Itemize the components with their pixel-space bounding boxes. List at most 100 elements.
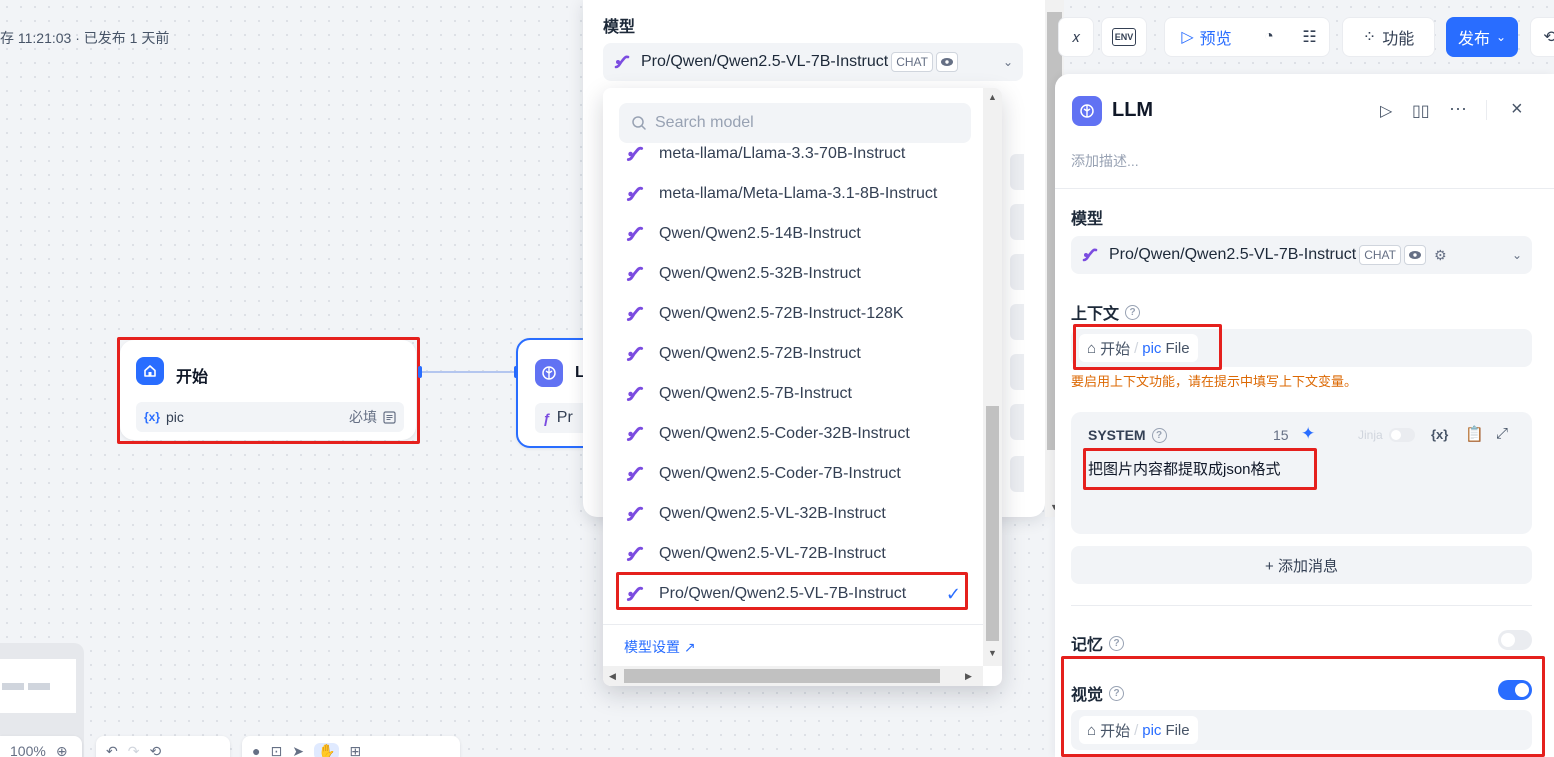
- preview-button[interactable]: ▷ 预览: [1164, 17, 1248, 57]
- features-button[interactable]: ⁘ 功能: [1342, 17, 1435, 57]
- variable-icon: {x}: [144, 410, 161, 424]
- history-icon[interactable]: ⟲: [149, 743, 161, 757]
- publish-button[interactable]: 发布 ⌄: [1446, 17, 1518, 57]
- vision-toggle-knob: [1515, 683, 1529, 697]
- model-logo-icon: [625, 264, 647, 284]
- checklist-button[interactable]: ☷: [1290, 17, 1330, 57]
- model-option[interactable]: Qwen/Qwen2.5-72B-Instruct-128K: [617, 296, 971, 332]
- model-logo-icon: ƒ: [543, 410, 551, 426]
- chevron-down-icon: ⌄: [1511, 248, 1522, 262]
- model-option[interactable]: meta-llama/Llama-3.3-70B-Instruct: [617, 136, 971, 172]
- panel-ghost-row: [1010, 254, 1024, 290]
- model-option[interactable]: Qwen/Qwen2.5-32B-Instruct: [617, 256, 971, 292]
- start-node[interactable]: 开始 {x} pic 必填: [120, 340, 416, 440]
- search-model-input[interactable]: [655, 114, 955, 132]
- connection-edge: [422, 371, 518, 373]
- ref-node-name: 开始: [1100, 340, 1131, 358]
- model-option[interactable]: Qwen/Qwen2.5-14B-Instruct: [617, 216, 971, 252]
- layout-icon[interactable]: ⊞: [349, 743, 361, 757]
- scroll-left-arrow[interactable]: ◀: [609, 671, 616, 682]
- history-icon: ⟲: [1543, 29, 1554, 46]
- dropdown-scrollbar[interactable]: ▲ ▼: [983, 88, 1002, 666]
- history-controls: ↶ ↷ ⟲: [96, 736, 230, 757]
- dropdown-footer: 模型设置 ↗: [603, 624, 983, 664]
- model-option[interactable]: Pro/Qwen/Qwen2.5-VL-7B-Instruct ✓: [617, 576, 971, 612]
- context-variable-chip[interactable]: ⌂ 开始 / pic File: [1079, 334, 1198, 362]
- add-note-icon[interactable]: ⊡: [270, 743, 282, 757]
- system-prompt-text[interactable]: 把图片内容都提取成json格式: [1088, 458, 1281, 479]
- save-status: 存 11:21:03 · 已发布 1 天前: [0, 30, 170, 46]
- jinja-toggle[interactable]: [1389, 428, 1415, 442]
- zoom-controls: 100% ⊕: [0, 736, 82, 757]
- context-section-label: 上下文 ?: [1071, 300, 1141, 324]
- add-message-button[interactable]: + 添加消息: [1071, 546, 1532, 584]
- model-selector[interactable]: Pro/Qwen/Qwen2.5-VL-7B-Instruct CHAT ⌄: [603, 43, 1023, 81]
- sparkle-icon[interactable]: ✦: [1301, 424, 1315, 444]
- model-settings-link[interactable]: 模型设置 ↗: [624, 637, 696, 657]
- chevron-down-icon: ⌄: [1495, 30, 1507, 44]
- add-node-icon[interactable]: ●: [252, 743, 260, 757]
- model-logo-icon: [1081, 246, 1099, 264]
- dropdown-h-scrollbar-thumb[interactable]: [624, 669, 940, 683]
- help-icon[interactable]: ?: [1109, 685, 1125, 701]
- insert-variable-icon[interactable]: {x}: [1431, 427, 1448, 442]
- close-icon[interactable]: ×: [1511, 98, 1523, 121]
- help-icon[interactable]: ?: [1125, 304, 1141, 320]
- model-logo-icon: [625, 544, 647, 564]
- model-logo-icon: [625, 304, 647, 324]
- hand-icon[interactable]: ✋: [313, 742, 340, 757]
- model-logo-icon: [625, 184, 647, 204]
- model-option-label: Qwen/Qwen2.5-Coder-7B-Instruct: [659, 465, 901, 482]
- model-option[interactable]: Qwen/Qwen2.5-VL-72B-Instruct: [617, 536, 971, 572]
- required-label: 必填: [349, 409, 377, 425]
- start-variable-row[interactable]: {x} pic 必填: [136, 402, 404, 432]
- model-option[interactable]: Qwen/Qwen2.5-7B-Instruct: [617, 376, 971, 412]
- scroll-up-arrow[interactable]: ▲: [988, 92, 997, 102]
- text-input-icon: [383, 410, 396, 424]
- run-history-button[interactable]: ◔: [1248, 17, 1290, 57]
- panel-model-selector[interactable]: Pro/Qwen/Qwen2.5-VL-7B-Instruct CHAT ⚙ ⌄: [1071, 236, 1532, 274]
- scroll-right-arrow[interactable]: ▶: [965, 671, 972, 682]
- model-option-label: meta-llama/Meta-Llama-3.1-8B-Instruct: [659, 185, 938, 202]
- description-input[interactable]: 添加描述...: [1071, 151, 1139, 171]
- dropdown-h-scrollbar[interactable]: ◀ ▶: [603, 666, 983, 686]
- help-icon[interactable]: ?: [1109, 635, 1125, 651]
- version-history-button[interactable]: ⟲: [1530, 17, 1554, 57]
- run-node-icon[interactable]: ▷: [1380, 101, 1392, 121]
- undo-icon[interactable]: ↶: [106, 743, 118, 757]
- model-option-label: Pro/Qwen/Qwen2.5-VL-7B-Instruct: [659, 585, 907, 602]
- model-params-icon[interactable]: ⚙: [1434, 247, 1447, 264]
- model-option-label: Qwen/Qwen2.5-VL-72B-Instruct: [659, 545, 886, 562]
- run-history-icon: ◔: [1264, 28, 1274, 45]
- env-button[interactable]: ENV: [1101, 17, 1147, 57]
- memory-toggle[interactable]: [1498, 630, 1532, 650]
- panel-ghost-row: [1010, 456, 1024, 492]
- expand-icon[interactable]: ⤢: [1496, 425, 1508, 442]
- model-option[interactable]: Qwen/Qwen2.5-72B-Instruct: [617, 336, 971, 372]
- redo-icon[interactable]: ↷: [128, 743, 140, 757]
- zoom-level[interactable]: 100%: [10, 743, 46, 757]
- pointer-icon[interactable]: ➤: [292, 743, 304, 757]
- context-variable-field[interactable]: ⌂ 开始 / pic File: [1071, 329, 1532, 367]
- panel-ghost-row: [1010, 154, 1024, 190]
- scroll-down-arrow[interactable]: ▼: [988, 648, 997, 658]
- zoom-in-icon[interactable]: ⊕: [56, 743, 68, 757]
- model-label: 模型: [1071, 211, 1104, 228]
- vision-variable-field[interactable]: ⌂ 开始 / pic File: [1071, 710, 1532, 750]
- clipboard-icon[interactable]: 📋: [1465, 425, 1484, 443]
- panel-title[interactable]: LLM: [1112, 99, 1153, 122]
- help-icon[interactable]: ?: [1151, 427, 1167, 443]
- model-label: 模型: [603, 19, 636, 36]
- variable-inspect-button[interactable]: 𝑥: [1058, 17, 1094, 57]
- vision-variable-chip[interactable]: ⌂ 开始 / pic File: [1079, 716, 1198, 744]
- panel-ghost-row: [1010, 354, 1024, 390]
- model-option[interactable]: Qwen/Qwen2.5-VL-32B-Instruct: [617, 496, 971, 532]
- more-icon[interactable]: ···: [1449, 98, 1467, 119]
- dropdown-scrollbar-thumb[interactable]: [986, 406, 999, 641]
- model-option[interactable]: Qwen/Qwen2.5-Coder-32B-Instruct: [617, 416, 971, 452]
- vision-toggle[interactable]: [1498, 680, 1532, 700]
- help-doc-icon[interactable]: ▯▯: [1412, 101, 1430, 121]
- panel-model-name: Pro/Qwen/Qwen2.5-VL-7B-Instruct: [1109, 246, 1357, 263]
- model-option[interactable]: meta-llama/Meta-Llama-3.1-8B-Instruct: [617, 176, 971, 212]
- model-option[interactable]: Qwen/Qwen2.5-Coder-7B-Instruct: [617, 456, 971, 492]
